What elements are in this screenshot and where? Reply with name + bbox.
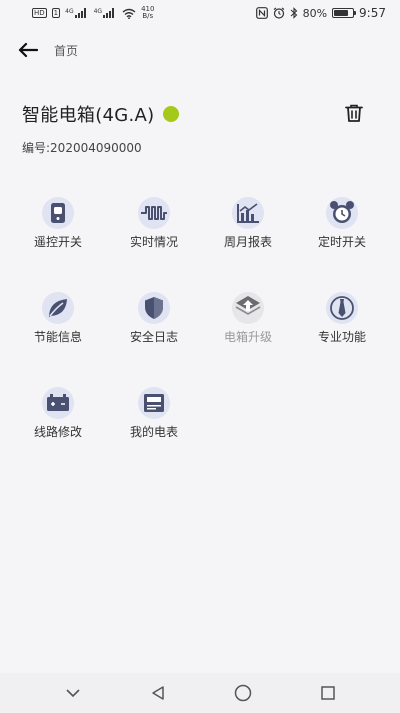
function-label: 专业功能 <box>317 330 366 344</box>
top-bar: 首页 <box>0 30 400 70</box>
alarm-clock-icon <box>324 195 360 231</box>
function-security-log[interactable]: 安全日志 <box>106 290 202 350</box>
chevron-down-icon <box>65 689 80 698</box>
tie-icon <box>324 290 360 326</box>
net-speed: 410 B/s <box>141 6 154 20</box>
function-timer-switch[interactable]: 定时开关 <box>294 195 390 255</box>
function-label: 线路修改 <box>33 425 82 439</box>
signal-icon-1: 4G <box>65 8 88 18</box>
battery-circuit-icon <box>40 385 76 421</box>
triangle-back-icon <box>151 686 164 700</box>
function-realtime[interactable]: 实时情况 <box>106 195 202 255</box>
function-label: 节能信息 <box>33 330 82 344</box>
device-id: 编号:202004090000 <box>22 141 142 155</box>
leaf-icon <box>40 290 76 326</box>
arrow-left-icon <box>18 42 38 58</box>
upgrade-arrow-icon <box>230 290 266 326</box>
bluetooth-icon <box>290 7 297 19</box>
square-recents-icon <box>320 686 335 700</box>
signal-bars-icon <box>103 8 115 18</box>
status-right: 80% 9:57 <box>255 6 386 20</box>
back-button[interactable] <box>16 38 40 62</box>
realtime-wave-icon <box>136 195 172 231</box>
shield-icon <box>136 290 172 326</box>
nfc-icon <box>255 7 268 19</box>
function-professional[interactable]: 专业功能 <box>294 290 390 350</box>
battery-percent: 80% <box>302 6 328 20</box>
function-label: 遥控开关 <box>33 235 82 249</box>
function-label: 我的电表 <box>129 425 178 439</box>
function-report[interactable]: 周月报表 <box>200 195 296 255</box>
function-label: 安全日志 <box>129 330 178 344</box>
net-speed-unit: B/s <box>142 12 154 20</box>
nav-title: 首页 <box>54 43 79 58</box>
wifi-icon <box>122 8 136 19</box>
device-name: 智能电箱(4G.A) <box>22 105 155 126</box>
alarm-icon <box>273 7 284 19</box>
status-left: HD 1 4G 4G 410 B/s <box>32 6 154 20</box>
function-remote-switch[interactable]: 遥控开关 <box>10 195 106 255</box>
function-my-meter[interactable]: 我的电表 <box>106 385 202 445</box>
signal-bars-icon <box>74 8 86 18</box>
function-label: 定时开关 <box>317 235 366 249</box>
function-label: 周月报表 <box>223 235 272 249</box>
device-header: 智能电箱(4G.A) <box>22 100 378 128</box>
home-nav-button[interactable] <box>223 678 263 708</box>
hide-nav-button[interactable] <box>53 678 93 708</box>
sim-badge: 1 <box>51 8 61 18</box>
report-chart-icon <box>230 195 266 231</box>
trash-icon <box>345 104 363 122</box>
clock: 9:57 <box>359 6 386 20</box>
battery-icon <box>332 8 357 18</box>
system-nav-bar <box>0 673 400 713</box>
delete-button[interactable] <box>342 101 366 125</box>
function-upgrade[interactable]: 电箱升级 <box>200 290 296 350</box>
hd-badge: HD <box>32 8 47 18</box>
network-2-label: 4G <box>93 8 103 15</box>
function-label: 电箱升级 <box>223 330 272 344</box>
function-label: 实时情况 <box>129 235 178 249</box>
function-energy-saving[interactable]: 节能信息 <box>10 290 106 350</box>
online-status-dot <box>163 106 180 122</box>
status-bar: HD 1 4G 4G 410 B/s 80% 9:57 <box>0 0 400 26</box>
back-nav-button[interactable] <box>138 678 178 708</box>
meter-icon <box>136 385 172 421</box>
recents-nav-button[interactable] <box>308 678 348 708</box>
circle-home-icon <box>234 684 251 702</box>
remote-switch-icon <box>40 195 76 231</box>
signal-icon-2: 4G <box>94 8 117 18</box>
function-circuit-edit[interactable]: 线路修改 <box>10 385 106 445</box>
network-1-label: 4G <box>65 8 74 15</box>
battery-fill <box>334 10 349 16</box>
